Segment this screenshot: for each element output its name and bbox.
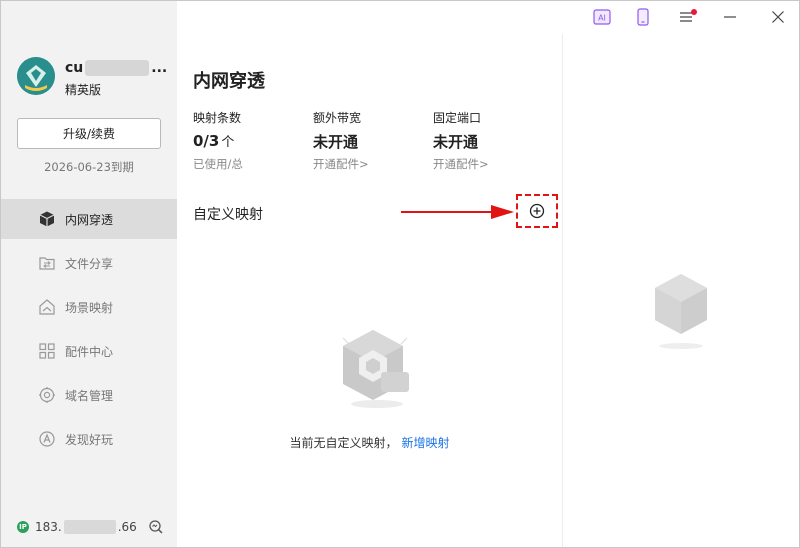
ai-label: AI: [598, 14, 606, 23]
sidebar-item-label: 场景映射: [65, 300, 114, 315]
ip-redacted: [63, 520, 116, 534]
file-share-icon: [37, 253, 57, 273]
ai-icon: AI: [593, 9, 611, 25]
cube-icon: [37, 209, 57, 229]
stat-value: 0/3 个: [193, 131, 303, 151]
sidebar-item-label: 内网穿透: [65, 212, 114, 227]
ai-assistant-button[interactable]: AI: [589, 5, 615, 29]
sidebar-item-label: 域名管理: [65, 388, 114, 403]
minimize-icon: [724, 16, 736, 18]
phone-icon: [637, 8, 649, 26]
public-ip-row: IP 183. .66: [17, 519, 167, 535]
sidebar-item-accessories-center[interactable]: 配件中心: [1, 331, 177, 371]
discover-icon: [37, 429, 57, 449]
add-mapping-button[interactable]: [516, 194, 558, 228]
minimize-button[interactable]: [717, 5, 743, 29]
sidebar-item-domain-management[interactable]: 域名管理: [1, 375, 177, 415]
network-diagnose-icon[interactable]: [148, 519, 164, 535]
open-accessory-link[interactable]: 开通配件>: [313, 156, 423, 172]
detail-panel: [562, 34, 799, 547]
add-mapping-link[interactable]: 新增映射: [402, 436, 450, 450]
sidebar-item-label: 配件中心: [65, 344, 114, 359]
sidebar-item-scene-mapping[interactable]: 场景映射: [1, 287, 177, 327]
sidebar-item-discover-fun[interactable]: 发现好玩: [1, 419, 177, 459]
cube-placeholder-illustration: [649, 270, 713, 350]
accessories-icon: [37, 341, 57, 361]
stat-value-number: 0/3: [193, 132, 220, 150]
stat-label: 映射条数: [193, 111, 242, 125]
notification-dot: [691, 9, 697, 15]
stat-value-unit: 个: [221, 135, 235, 150]
upgrade-renew-button[interactable]: 升级/续费: [17, 118, 161, 149]
sidebar-nav: 内网穿透 文件分享 场景映射 配件中心 域名管理 发现好玩: [1, 199, 177, 463]
app-window: cu ... 精英版 升级/续费 2026-06-23到期 内网穿透 文件分享: [0, 0, 800, 548]
stat-label: 固定端口: [433, 111, 482, 125]
plus-circle-icon: [529, 203, 545, 219]
title-bar: AI: [177, 1, 799, 34]
scene-map-icon: [37, 297, 57, 317]
ip-icon: IP: [17, 521, 29, 533]
username: cu ...: [65, 59, 167, 77]
empty-state-text: 当前无自定义映射， 新增映射: [177, 434, 562, 451]
expiry-date: 2026-06-23到期: [44, 160, 134, 174]
username-prefix: cu: [65, 60, 84, 76]
stat-sub: 已使用/总: [193, 157, 243, 171]
close-icon: [772, 11, 784, 23]
main-content: 内网穿透 映射条数 0/3 个 已使用/总 额外带宽 未开通 开通配件> 固定端口…: [177, 34, 562, 547]
annotation-arrow: [401, 205, 515, 219]
stat-mapping-count: 映射条数 0/3 个 已使用/总: [193, 109, 303, 172]
sidebar: cu ... 精英版 升级/续费 2026-06-23到期 内网穿透 文件分享: [1, 1, 177, 547]
ip-suffix: .66: [117, 520, 137, 534]
custom-mapping-title: 自定义映射: [193, 207, 263, 223]
username-suffix: ...: [151, 60, 168, 76]
stat-value: 未开通: [313, 133, 359, 151]
app-logo: [17, 57, 55, 95]
empty-state-illustration: [329, 324, 421, 414]
stat-value: 未开通: [433, 133, 479, 151]
page-title: 内网穿透: [193, 71, 265, 92]
open-accessory-link[interactable]: 开通配件>: [433, 156, 543, 172]
domain-icon: [37, 385, 57, 405]
edition-label: 精英版: [65, 83, 102, 97]
sidebar-item-intranet-penetration[interactable]: 内网穿透: [1, 199, 177, 239]
close-button[interactable]: [765, 5, 791, 29]
ip-prefix: 183.: [35, 520, 62, 534]
empty-message: 当前无自定义映射，: [289, 436, 398, 450]
sidebar-item-file-share[interactable]: 文件分享: [1, 243, 177, 283]
sidebar-item-label: 发现好玩: [65, 432, 114, 447]
stat-fixed-port: 固定端口 未开通 开通配件>: [433, 109, 543, 172]
stat-label: 额外带宽: [313, 111, 362, 125]
stat-extra-bandwidth: 额外带宽 未开通 开通配件>: [313, 109, 423, 172]
sidebar-item-label: 文件分享: [65, 256, 114, 271]
mobile-device-button[interactable]: [630, 5, 656, 29]
menu-button[interactable]: [673, 5, 699, 29]
username-redacted: [85, 60, 150, 76]
